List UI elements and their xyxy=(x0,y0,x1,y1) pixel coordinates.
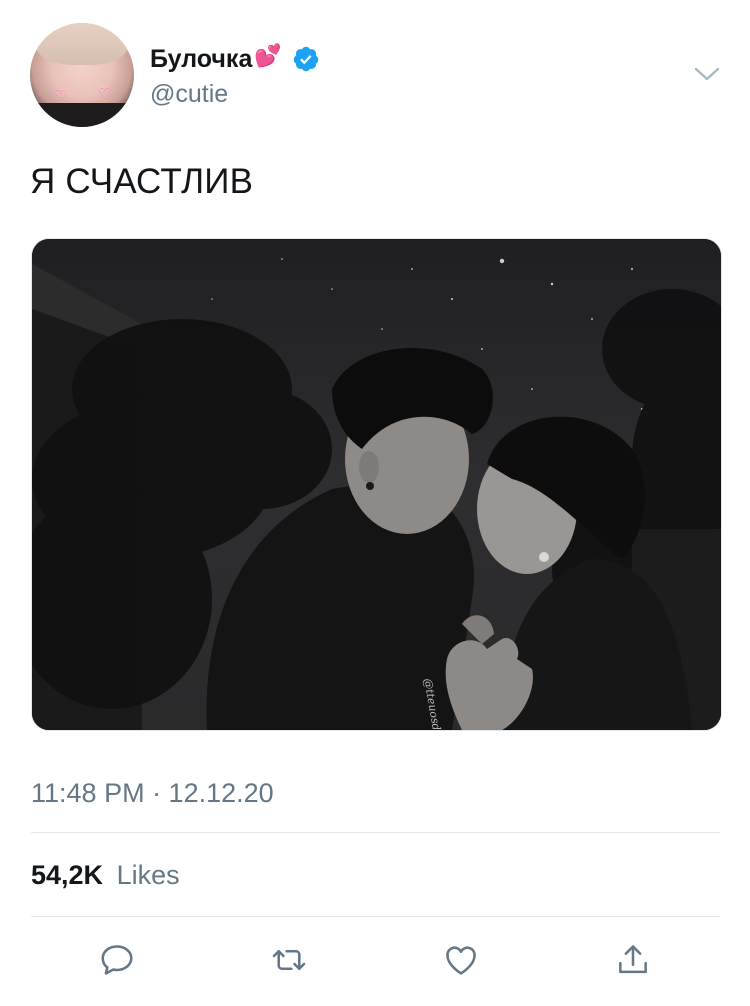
reply-icon xyxy=(101,945,133,975)
avatar-heart-right: ♡ xyxy=(98,86,112,103)
chevron-down-icon[interactable] xyxy=(693,64,721,84)
avatar[interactable]: ♡ ♡ xyxy=(30,23,134,127)
likes-count: 54,2K xyxy=(31,860,104,890)
night-sky-photo-illustration: @tteuosdruu xyxy=(32,239,721,730)
like-icon xyxy=(446,946,476,975)
author-name-row[interactable]: Булочка 💕 xyxy=(150,42,320,76)
divider-bottom xyxy=(31,916,720,917)
display-name[interactable]: Булочка xyxy=(150,45,252,74)
likes-label: Likes xyxy=(116,860,180,890)
reply-button[interactable] xyxy=(95,938,139,982)
tweet-text: Я СЧАСТЛИВ xyxy=(30,162,254,201)
tweet-timestamp[interactable]: 11:48 PM · 12.12.20 xyxy=(31,778,274,809)
two-hearts-emoji: 💕 xyxy=(254,43,282,68)
avatar-hair xyxy=(36,23,128,65)
author-handle[interactable]: @cutie xyxy=(150,80,228,109)
divider-top xyxy=(31,832,720,833)
tweet-photo[interactable]: @tteuosdruu xyxy=(31,238,722,731)
share-icon xyxy=(619,945,647,974)
retweet-button[interactable] xyxy=(267,938,311,982)
retweet-icon xyxy=(272,950,306,970)
like-button[interactable] xyxy=(439,938,483,982)
likes-stat[interactable]: 54,2K Likes xyxy=(31,860,180,891)
share-button[interactable] xyxy=(611,938,655,982)
verified-badge-icon xyxy=(293,46,318,72)
avatar-shirt xyxy=(30,103,134,127)
